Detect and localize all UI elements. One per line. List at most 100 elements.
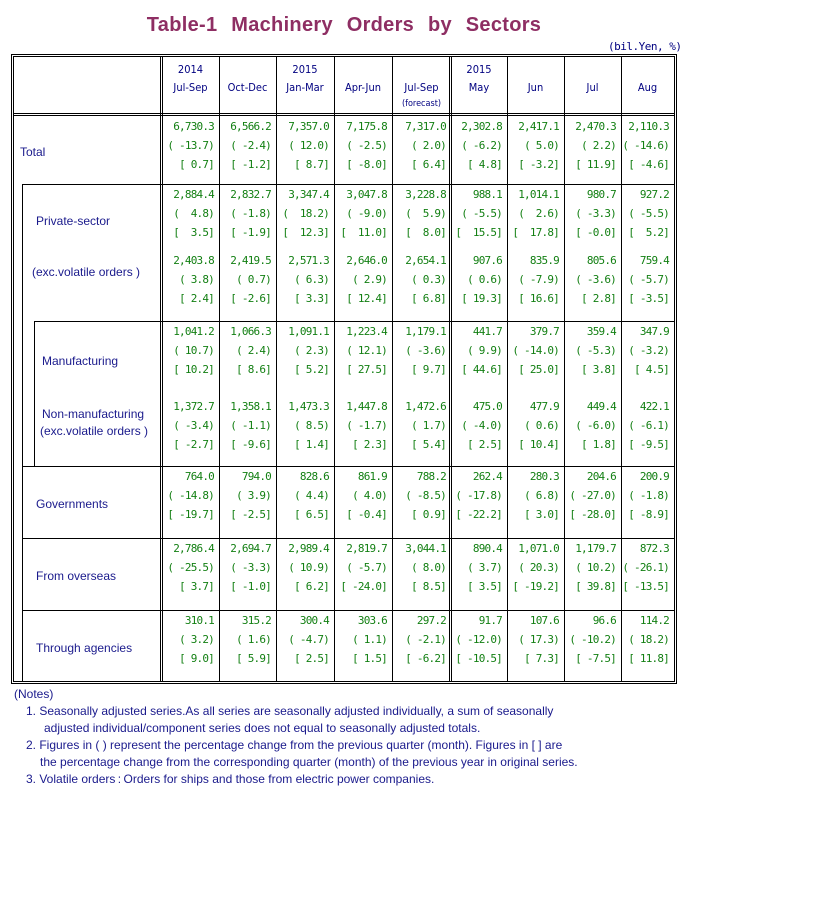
- table-cell: 2,694.7 ( -3.3) [ -1.0]: [219, 539, 272, 596]
- cell-value: 759.4: [639, 254, 670, 267]
- unit-label: (bil.Yen, %): [608, 40, 682, 53]
- table-cell: 1,372.7 ( -3.4) [ -2.7]: [162, 397, 215, 454]
- cell-yoy-change: [ 19.3]: [461, 292, 503, 305]
- cell-yoy-change: [ -2.7]: [173, 438, 215, 451]
- table-cell: 7,175.8 ( -2.5) [ -8.0]: [335, 117, 388, 174]
- cell-qoq-change: ( 12.1): [346, 344, 388, 357]
- column-divider: [334, 57, 335, 681]
- cell-value: 2,989.4: [288, 542, 330, 555]
- table-cell: 2,786.4 ( -25.5) [ 3.7]: [162, 539, 214, 596]
- column-header: Apr-Jun: [337, 57, 389, 112]
- table-cell: 2,884.4 ( 4.8) [ 3.5]: [162, 185, 215, 242]
- cell-yoy-change: [ 1.5]: [352, 652, 388, 665]
- table-cell: 204.6 ( -27.0) [ -28.0]: [564, 467, 616, 524]
- note-2-line-2: the percentage change from the correspon…: [40, 755, 578, 769]
- cell-value: 2,110.3: [628, 120, 670, 133]
- notes-section: (Notes) 1. Seasonally adjusted series.As…: [14, 686, 578, 788]
- cell-yoy-change: [ -7.5]: [575, 652, 617, 665]
- cell-yoy-change: [ -1.9]: [230, 226, 272, 239]
- cell-qoq-change: ( 10.2): [575, 561, 617, 574]
- cell-value: 2,654.1: [405, 254, 447, 267]
- cell-yoy-change: [ -3.5]: [628, 292, 670, 305]
- column-period: Aug: [637, 81, 658, 94]
- table-cell: 3,347.4 ( 18.2) [ 12.3]: [277, 185, 329, 242]
- column-period: Jun: [527, 81, 544, 94]
- cell-value: 861.9: [357, 470, 388, 483]
- table-cell: 794.0 ( 3.9) [ -2.5]: [219, 467, 272, 524]
- table-cell: 379.7 ( -14.0) [ 25.0]: [507, 322, 559, 379]
- cell-yoy-change: [ -4.6]: [628, 158, 670, 171]
- table-cell: 2,832.7 ( -1.8) [ -1.9]: [219, 185, 272, 242]
- cell-value: 1,372.7: [173, 400, 215, 413]
- table-cell: 764.0 ( -14.8) [ -19.7]: [162, 467, 214, 524]
- note-1-line-1: 1. Seasonally adjusted series.As all ser…: [26, 704, 554, 718]
- cell-value: 2,884.4: [173, 188, 215, 201]
- table-cell: 3,044.1 ( 8.0) [ 8.5]: [394, 539, 447, 596]
- cell-qoq-change: ( 9.9): [467, 344, 503, 357]
- table-cell: 477.9 ( 0.6) [ 10.4]: [507, 397, 560, 454]
- cell-yoy-change: [ 2.4]: [179, 292, 215, 305]
- column-header: Jul-Sep (forecast): [395, 57, 448, 112]
- cell-qoq-change: ( -3.3): [575, 207, 617, 220]
- cell-qoq-change: ( -14.0): [512, 344, 559, 357]
- cell-qoq-change: ( 1.1): [352, 633, 388, 646]
- cell-qoq-change: ( 10.7): [173, 344, 215, 357]
- cell-yoy-change: [ -10.5]: [455, 652, 502, 665]
- column-divider: [219, 57, 220, 681]
- table-cell: 1,447.8 ( -1.7) [ 2.3]: [335, 397, 388, 454]
- cell-value: 91.7: [478, 614, 503, 627]
- table-cell: 3,228.8 ( 5.9) [ 8.0]: [394, 185, 447, 242]
- row-divider: [22, 610, 674, 611]
- cell-yoy-change: [ 39.8]: [575, 580, 617, 593]
- cell-value: 2,571.3: [288, 254, 330, 267]
- cell-yoy-change: [ 3.5]: [467, 580, 503, 593]
- cell-qoq-change: ( -9.0): [346, 207, 388, 220]
- cell-value: 1,091.1: [288, 325, 330, 338]
- cell-qoq-change: ( 0.6): [524, 419, 560, 432]
- cell-value: 303.6: [357, 614, 388, 627]
- cell-yoy-change: [ 11.8]: [628, 652, 670, 665]
- cell-qoq-change: ( -17.8): [455, 489, 502, 502]
- row-label: Through agencies: [36, 641, 133, 655]
- cell-value: 6,730.3: [173, 120, 215, 133]
- row-divider: [22, 538, 674, 539]
- column-note: (forecast): [401, 99, 442, 109]
- cell-yoy-change: [ -24.0]: [340, 580, 387, 593]
- cell-qoq-change: ( 2.4): [236, 344, 272, 357]
- cell-yoy-change: [ -9.6]: [230, 438, 272, 451]
- cell-qoq-change: ( -13.7): [167, 139, 214, 152]
- cell-value: 3,347.4: [288, 188, 330, 201]
- cell-value: 988.1: [472, 188, 503, 201]
- cell-yoy-change: [ -9.5]: [628, 438, 670, 451]
- cell-yoy-change: [ 11.9]: [575, 158, 617, 171]
- table-cell: 6,730.3 ( -13.7) [ 0.7]: [162, 117, 214, 174]
- cell-qoq-change: ( 1.7): [411, 419, 447, 432]
- table-cell: 200.9 ( -1.8) [ -8.9]: [617, 467, 670, 524]
- row-label: Non-manufacturing (exc.volatile orders ): [40, 407, 149, 438]
- cell-value: 262.4: [472, 470, 503, 483]
- header-divider: [14, 113, 674, 116]
- cell-value: 6,566.2: [230, 120, 272, 133]
- cell-yoy-change: [ 5.2]: [628, 226, 670, 239]
- table-cell: 96.6 ( -10.2) [ -7.5]: [564, 611, 616, 668]
- table-cell: 315.2 ( 1.6) [ 5.9]: [219, 611, 272, 668]
- cell-value: 7,357.0: [288, 120, 330, 133]
- table-cell: 907.6 ( 0.6) [ 19.3]: [450, 251, 503, 308]
- column-year: 2014: [177, 63, 204, 76]
- cell-value: 3,047.8: [346, 188, 388, 201]
- cell-yoy-change: [ 10.2]: [173, 363, 215, 376]
- cell-qoq-change: ( 18.2): [282, 207, 329, 220]
- cell-value: 890.4: [472, 542, 503, 555]
- cell-yoy-change: [ -0.0]: [575, 226, 617, 239]
- cell-value: 441.7: [472, 325, 503, 338]
- table-cell: 359.4 ( -5.3) [ 3.8]: [564, 322, 617, 379]
- table-cell: 422.1 ( -6.1) [ -9.5]: [617, 397, 670, 454]
- row-label-line: (exc.volatile orders ): [40, 424, 149, 438]
- cell-yoy-change: [ -28.0]: [569, 508, 616, 521]
- cell-yoy-change: [ 3.8]: [581, 363, 617, 376]
- table-cell: 759.4 ( -5.7) [ -3.5]: [617, 251, 670, 308]
- table-cell: 835.9 ( -7.9) [ 16.6]: [507, 251, 560, 308]
- table-title: Table-1 Machinery Orders by Sectors: [146, 14, 542, 36]
- table-cell: 805.6 ( -3.6) [ 2.8]: [564, 251, 617, 308]
- column-period: Jul-Sep: [173, 81, 208, 94]
